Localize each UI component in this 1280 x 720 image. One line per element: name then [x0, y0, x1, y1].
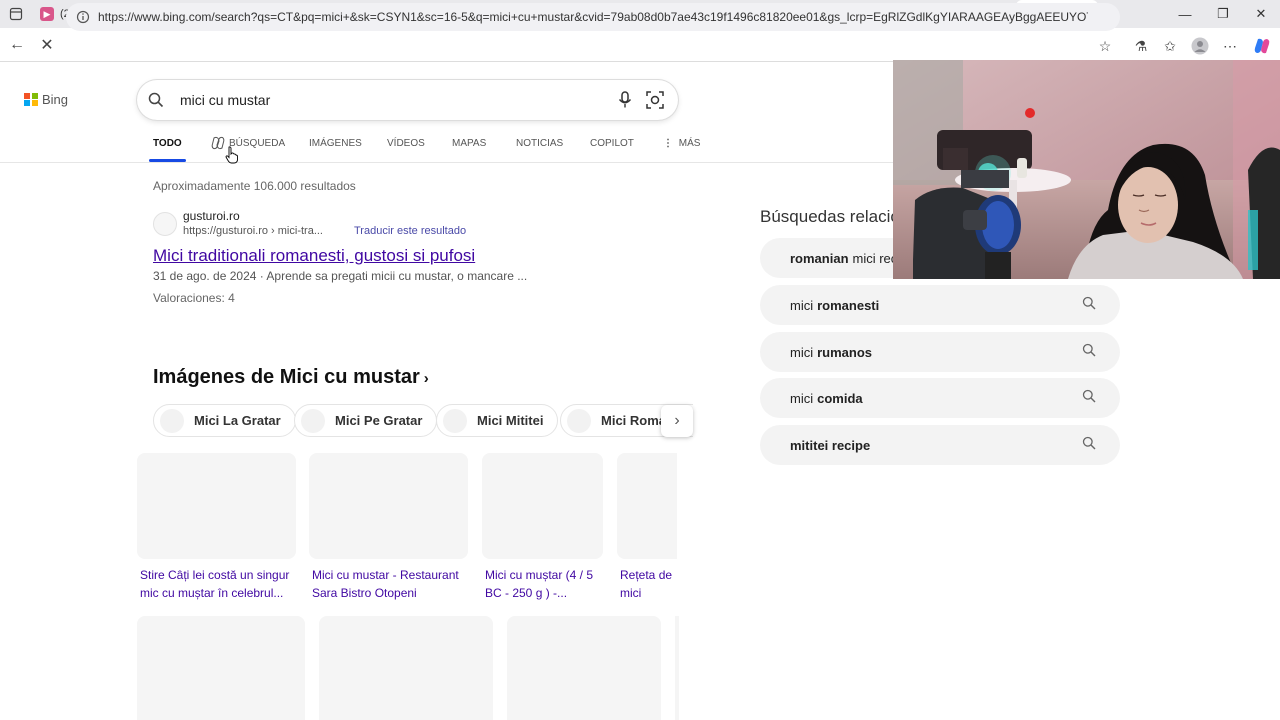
- webcam-overlay: [893, 60, 1280, 279]
- tab-todo[interactable]: TODO: [149, 138, 186, 162]
- tab-videos[interactable]: VÍDEOS: [387, 138, 425, 162]
- result-rating: Valoraciones: 4: [153, 291, 235, 305]
- image-chip[interactable]: Mici Mititei: [436, 404, 559, 437]
- image-thumbnail[interactable]: [137, 616, 305, 720]
- related-search-item[interactable]: mititei recipe: [760, 425, 1120, 465]
- tabs-divider: [0, 162, 893, 163]
- image-chips: Mici La Gratar Mici Pe Gratar Mici Mitit…: [153, 404, 693, 438]
- youtube-pink-icon: ▶: [40, 7, 54, 21]
- image-chip[interactable]: Mici La Gratar: [153, 404, 296, 437]
- visual-search-icon[interactable]: [646, 91, 664, 109]
- site-info-icon[interactable]: [76, 10, 90, 24]
- close-window-icon[interactable]: ✕: [1238, 0, 1280, 28]
- tab-busqueda[interactable]: BÚSQUEDA: [211, 136, 285, 162]
- favorites-icon[interactable]: ✩: [1160, 36, 1180, 56]
- tab-noticias[interactable]: NOTICIAS: [516, 138, 563, 162]
- site-favicon[interactable]: [153, 212, 177, 236]
- search-input[interactable]: mici cu mustar: [180, 92, 270, 108]
- tab-imagenes[interactable]: IMÁGENES: [309, 138, 362, 162]
- search-icon: [148, 92, 164, 108]
- chevron-right-icon: ›: [674, 412, 680, 429]
- result-title-link[interactable]: Mici traditionali romanesti, gustosi si …: [153, 246, 475, 266]
- extension-icon[interactable]: ⚗: [1131, 36, 1151, 56]
- related-search-item[interactable]: mici rumanos: [760, 332, 1120, 372]
- copilot-search-icon: [211, 136, 225, 150]
- chips-next-button[interactable]: ›: [661, 405, 693, 437]
- chevron-right-icon: ›: [423, 370, 429, 387]
- images-heading-link[interactable]: Imágenes de Mici cu mustar ›: [153, 366, 429, 389]
- result-site-name[interactable]: gusturoi.ro: [183, 209, 240, 223]
- microphone-icon[interactable]: [617, 91, 633, 109]
- search-icon: [1082, 389, 1096, 406]
- webcam-feed-image: [893, 60, 1280, 279]
- result-snippet: 31 de ago. de 2024 · Aprende sa pregati …: [153, 269, 528, 283]
- result-count: Aproximadamente 106.000 resultados: [153, 179, 356, 193]
- related-search-item[interactable]: mici romanesti: [760, 285, 1120, 325]
- tab-actions-icon[interactable]: [0, 0, 32, 28]
- microsoft-logo-icon: [24, 92, 38, 107]
- profile-avatar[interactable]: [1190, 36, 1210, 56]
- more-vertical-icon: ⋮: [663, 138, 673, 149]
- image-caption-link[interactable]: Rețeta de mici Scărlătescu: [620, 566, 678, 606]
- reload-stop-icon[interactable]: ✕: [32, 30, 62, 60]
- image-thumbnail[interactable]: [482, 453, 603, 559]
- more-menu-icon[interactable]: ⋯: [1220, 36, 1240, 56]
- url-text: https://www.bing.com/search?qs=CT&pq=mic…: [98, 10, 1088, 24]
- related-search-item[interactable]: mici comida: [760, 378, 1120, 418]
- copilot-icon[interactable]: [1252, 36, 1272, 56]
- image-chip[interactable]: Mici Pe Gratar: [294, 404, 438, 437]
- favorite-star-icon[interactable]: ☆: [1095, 36, 1115, 56]
- image-thumbnail[interactable]: [507, 616, 661, 720]
- image-caption-link[interactable]: Mici cu mustar - Restaurant Sara Bistro …: [312, 566, 468, 602]
- tab-mapas[interactable]: MAPAS: [452, 138, 486, 162]
- image-thumbnail[interactable]: [137, 453, 296, 559]
- tab-copilot[interactable]: COPILOT: [590, 138, 634, 162]
- search-icon: [1082, 296, 1096, 313]
- image-caption-link[interactable]: Mici cu muștar (4 / 5 BC - 250 g ) -...: [485, 566, 605, 602]
- image-caption-link[interactable]: Stire Câți lei costă un singur mic cu mu…: [140, 566, 300, 602]
- image-thumbnail[interactable]: [675, 616, 679, 720]
- image-thumbnail[interactable]: [319, 616, 493, 720]
- url-field[interactable]: https://www.bing.com/search?qs=CT&pq=mic…: [66, 3, 1120, 31]
- mouse-cursor-icon: [225, 146, 238, 164]
- search-icon: [1082, 343, 1096, 360]
- bing-logo[interactable]: Bing: [24, 92, 68, 107]
- result-url[interactable]: https://gusturoi.ro › mici-tra...: [183, 225, 323, 237]
- address-bar-row: ← ✕: [0, 28, 1280, 62]
- back-icon[interactable]: ←: [2, 30, 32, 60]
- search-box[interactable]: mici cu mustar: [137, 80, 678, 120]
- translate-result-link[interactable]: Traducir este resultado: [354, 225, 466, 237]
- tab-mas[interactable]: ⋮ MÁS: [663, 138, 700, 162]
- image-thumbnail[interactable]: [617, 453, 677, 559]
- search-icon: [1082, 436, 1096, 453]
- image-thumbnail[interactable]: [309, 453, 468, 559]
